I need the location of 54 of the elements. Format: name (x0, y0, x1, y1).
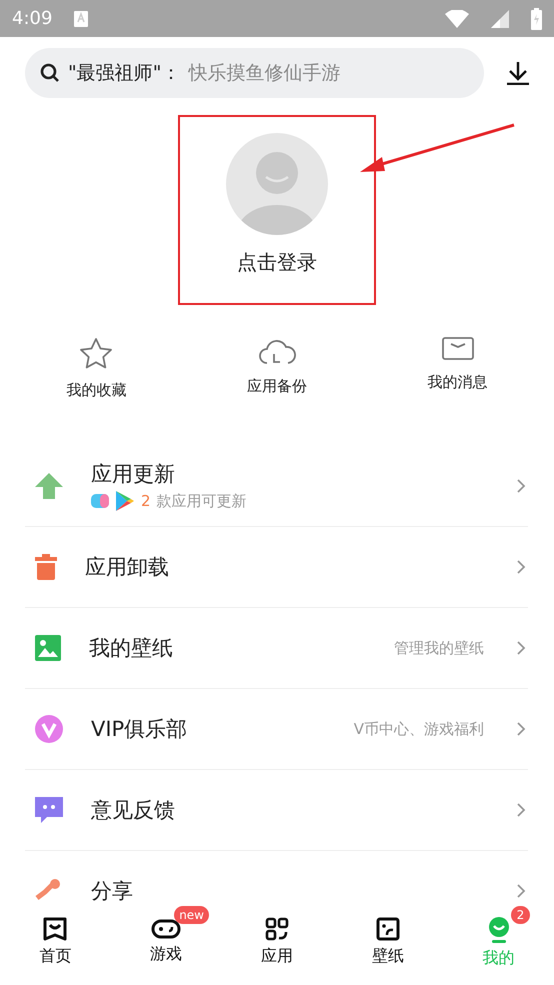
search-placeholder: 快乐摸鱼修仙手游 (188, 61, 340, 86)
battery-icon (531, 8, 542, 30)
update-count: 2 (141, 492, 151, 510)
menu-row[interactable]: 我的壁纸 管理我的壁纸 (25, 607, 528, 688)
chevron-right-icon (516, 883, 526, 899)
status-time: 4:09 (12, 8, 52, 29)
search-field[interactable]: "最强祖师"： 快乐摸鱼修仙手游 (25, 48, 484, 98)
menu-title: 应用更新 (91, 461, 176, 488)
menu-hint: V币中心、游戏福利 (354, 720, 484, 738)
chevron-right-icon (516, 478, 526, 494)
wallpaper-icon (376, 917, 400, 941)
tab[interactable]: 壁纸 (332, 905, 444, 985)
chat-icon (35, 797, 63, 823)
signal-icon (491, 10, 509, 28)
menu-row[interactable]: 意见反馈 (25, 769, 528, 850)
star-icon (79, 337, 114, 369)
keyboard-notification-icon (74, 10, 88, 26)
download-icon[interactable] (506, 61, 530, 85)
chevron-right-icon (516, 559, 526, 575)
menu-title: 分享 (91, 878, 134, 905)
badge: new (174, 906, 209, 924)
badge: 2 (510, 906, 530, 924)
menu-title: VIP俱乐部 (91, 716, 188, 743)
menu-title: 应用卸载 (85, 554, 170, 581)
apps-icon (264, 917, 289, 941)
tab[interactable]: new 游戏 (110, 905, 222, 985)
tab[interactable]: 应用 (222, 905, 332, 985)
menu-title: 我的壁纸 (89, 635, 174, 662)
menu-row[interactable]: VIP俱乐部 V币中心、游戏福利 (25, 688, 528, 769)
update-text: 款应用可更新 (156, 492, 247, 510)
image-icon (35, 635, 61, 661)
v-circle-icon (35, 715, 63, 743)
home-icon (43, 917, 68, 941)
chevron-right-icon (516, 802, 526, 818)
envelope-icon (442, 337, 474, 361)
search-keyword: "最强祖师"： (68, 61, 180, 86)
menu-row[interactable]: 应用卸载 (25, 526, 528, 607)
wifi-icon (445, 10, 469, 28)
gamepad-icon (151, 917, 182, 939)
trash-icon (35, 554, 57, 580)
tab[interactable]: 首页 (0, 905, 111, 985)
chevron-right-icon (516, 721, 526, 737)
menu-title: 意见反馈 (91, 797, 176, 824)
menu-row[interactable]: 应用更新 2 款应用可更新 (25, 446, 528, 526)
quick-action-label[interactable]: 我的消息 (428, 373, 488, 392)
up-arrow-icon (35, 473, 63, 499)
quick-action-label[interactable]: 我的收藏 (66, 381, 126, 400)
quick-action-label[interactable]: 应用备份 (246, 377, 307, 396)
login-link[interactable]: 点击登录 (237, 249, 317, 276)
play-store-icon (115, 490, 135, 512)
cloud-icon (258, 337, 296, 365)
chevron-right-icon (516, 640, 526, 656)
menu-hint: 管理我的壁纸 (394, 638, 484, 658)
search-icon (40, 63, 60, 83)
